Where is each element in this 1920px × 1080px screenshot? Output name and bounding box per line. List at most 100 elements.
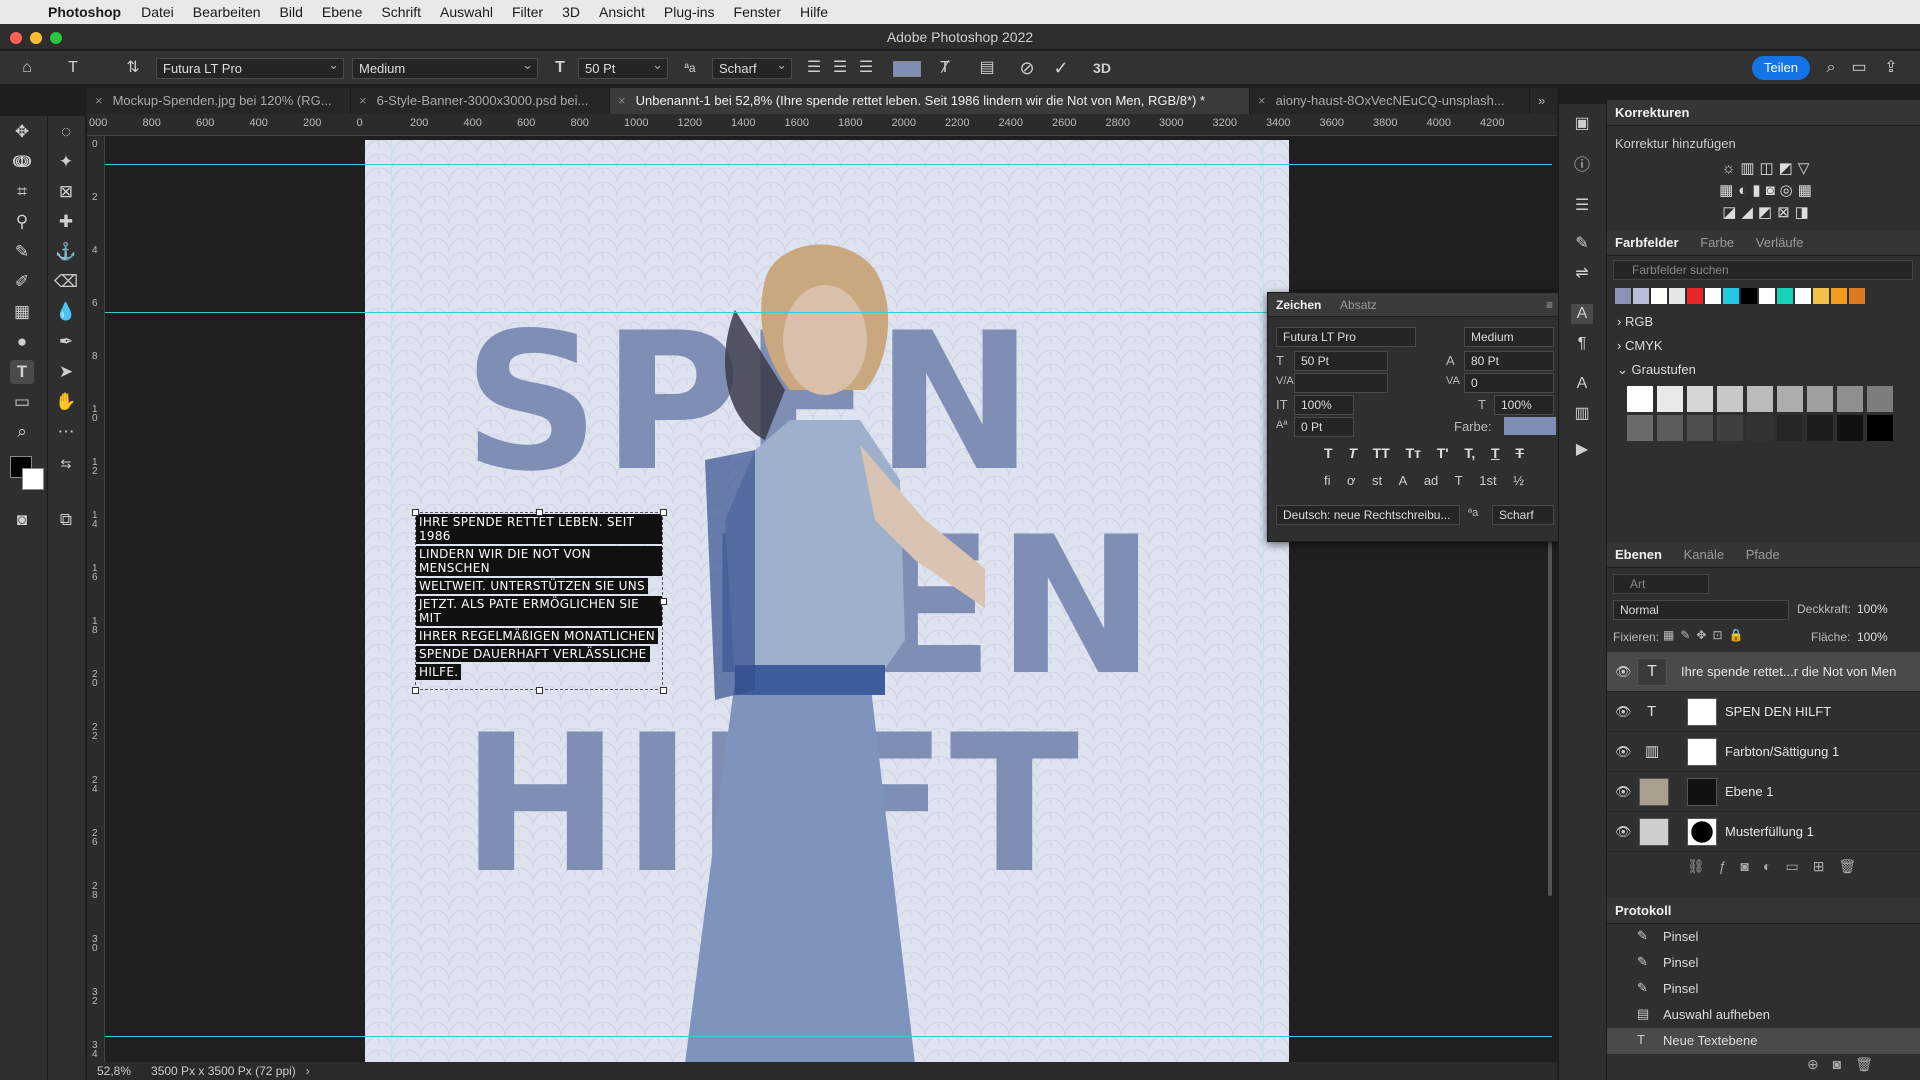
- resize-handle-ne[interactable]: [660, 509, 667, 516]
- tab-zeichen[interactable]: Zeichen: [1276, 298, 1321, 312]
- superscript-button[interactable]: T': [1437, 445, 1449, 461]
- cancel-edit-icon[interactable]: ⊘: [1016, 58, 1038, 78]
- info-icon[interactable]: ⓘ: [1571, 156, 1593, 176]
- gray-swatch[interactable]: [1807, 415, 1833, 441]
- small-caps-button[interactable]: Tт: [1406, 445, 1421, 461]
- type-tool-icon[interactable]: T: [10, 360, 34, 384]
- search-icon[interactable]: ⌕: [1820, 58, 1842, 78]
- gray-swatch[interactable]: [1777, 386, 1803, 412]
- resize-handle-n[interactable]: [536, 509, 543, 516]
- history-title[interactable]: Protokoll: [1615, 903, 1671, 918]
- menu-hilfe[interactable]: Hilfe: [800, 4, 828, 20]
- menu-bearbeiten[interactable]: Bearbeiten: [193, 4, 261, 20]
- layer-filter-input[interactable]: Art: [1613, 574, 1709, 594]
- group-cmyk[interactable]: › CMYK: [1617, 338, 1663, 353]
- titling-button[interactable]: T: [1455, 473, 1463, 488]
- old-style-button[interactable]: ơ: [1347, 473, 1356, 488]
- more-tools-icon[interactable]: ⋯: [54, 420, 78, 444]
- history-brush-icon[interactable]: ✐: [10, 270, 34, 294]
- brush-settings-icon[interactable]: ✎: [1571, 234, 1593, 254]
- resize-handle-nw[interactable]: [412, 509, 419, 516]
- color-swatch[interactable]: [1633, 288, 1649, 304]
- paragraph-icon[interactable]: ¶: [1571, 334, 1593, 354]
- char-color-swatch[interactable]: [1504, 417, 1556, 435]
- home-icon[interactable]: ⌂: [16, 58, 38, 78]
- color-swatch[interactable]: [1669, 288, 1685, 304]
- gray-swatch[interactable]: [1657, 386, 1683, 412]
- gray-swatch[interactable]: [1627, 386, 1653, 412]
- history-footer-icons[interactable]: ⊕◙🗑: [1807, 1056, 1887, 1073]
- resize-handle-se[interactable]: [660, 687, 667, 694]
- text-orientation-icon[interactable]: ⇅: [122, 58, 144, 78]
- history-item-4[interactable]: ▤ Auswahl aufheben: [1607, 1002, 1920, 1028]
- close-tab-icon[interactable]: ×: [618, 93, 626, 108]
- warp-text-icon[interactable]: Ⱦ: [934, 58, 956, 78]
- rectangle-tool-icon[interactable]: ▭: [10, 390, 34, 414]
- close-tab-icon[interactable]: ×: [1258, 93, 1266, 108]
- group-graustufen[interactable]: ⌄ Graustufen: [1617, 362, 1696, 378]
- lock-icons[interactable]: ▦✎✥⊡🔒: [1663, 628, 1749, 642]
- marquee-tool-icon[interactable]: ◌: [54, 120, 78, 144]
- layer-row-headline[interactable]: 👁 T SPEN DEN HILFT: [1607, 692, 1920, 732]
- font-size-select[interactable]: 50 Pt: [578, 58, 668, 79]
- gray-swatch[interactable]: [1687, 415, 1713, 441]
- char-kerning-input[interactable]: [1294, 373, 1388, 393]
- swash-button[interactable]: A: [1399, 473, 1408, 488]
- minimize-window-button[interactable]: [30, 32, 42, 44]
- swatches-search-input[interactable]: Farbfelder suchen: [1613, 260, 1913, 280]
- color-swatch[interactable]: [1687, 288, 1703, 304]
- discretionary-ligatures-button[interactable]: st: [1372, 473, 1382, 488]
- subscript-button[interactable]: T,: [1464, 445, 1475, 461]
- text-bounding-box[interactable]: IHRE SPENDE RETTET LEBEN. SEIT 1986 LIND…: [412, 509, 667, 694]
- close-window-button[interactable]: [10, 32, 22, 44]
- char-hscale-input[interactable]: 100%: [1494, 395, 1554, 415]
- commit-edit-icon[interactable]: ✓: [1050, 58, 1072, 78]
- tab-verlaeufe[interactable]: Verläufe: [1756, 235, 1804, 250]
- layer-row-pattern[interactable]: 👁 Musterfüllung 1: [1607, 812, 1920, 852]
- history-item-1[interactable]: ✎ Pinsel: [1607, 924, 1920, 950]
- korrekturen-title[interactable]: Korrekturen: [1615, 105, 1689, 120]
- 3d-button[interactable]: 3D: [1090, 58, 1114, 78]
- gray-swatch[interactable]: [1627, 415, 1653, 441]
- tab-absatz[interactable]: Absatz: [1340, 298, 1377, 312]
- close-tab-icon[interactable]: ×: [359, 93, 367, 108]
- color-swatch[interactable]: [1813, 288, 1829, 304]
- tab-unbenannt[interactable]: × Unbenannt-1 bei 52,8% (Ihre spende rett…: [610, 88, 1250, 114]
- gray-swatch[interactable]: [1837, 386, 1863, 412]
- color-swatch[interactable]: [1795, 288, 1811, 304]
- healing-tool-icon[interactable]: ✚: [54, 210, 78, 234]
- adjust-sliders-icon[interactable]: ⇌: [1571, 264, 1593, 284]
- resize-handle-e[interactable]: [660, 598, 667, 605]
- menu-3d[interactable]: 3D: [562, 4, 580, 20]
- close-tab-icon[interactable]: ×: [95, 93, 103, 108]
- glyphs-icon[interactable]: A: [1571, 374, 1593, 394]
- tab-kanaele[interactable]: Kanäle: [1684, 547, 1724, 562]
- character-icon[interactable]: A: [1571, 304, 1593, 324]
- color-swatch[interactable]: [1849, 288, 1865, 304]
- color-swatch[interactable]: [1651, 288, 1667, 304]
- group-rgb[interactable]: › RGB: [1617, 314, 1653, 329]
- char-vscale-input[interactable]: 100%: [1294, 395, 1354, 415]
- antialias-select[interactable]: Scharf: [712, 58, 792, 79]
- tab-farbe[interactable]: Farbe: [1700, 235, 1734, 250]
- opacity-value[interactable]: 100%: [1857, 602, 1888, 616]
- gray-swatch[interactable]: [1867, 386, 1893, 412]
- color-swatch[interactable]: [1741, 288, 1757, 304]
- hand-tool-icon[interactable]: ✋: [54, 390, 78, 414]
- layer-row-ebene1[interactable]: 👁 Ebene 1: [1607, 772, 1920, 812]
- color-swatch[interactable]: [1831, 288, 1847, 304]
- menu-filter[interactable]: Filter: [512, 4, 543, 20]
- layer-row-text[interactable]: 👁 T Ihre spende rettet...r die Not von M…: [1607, 652, 1920, 692]
- fill-value[interactable]: 100%: [1857, 630, 1888, 644]
- gray-swatch[interactable]: [1747, 386, 1773, 412]
- visibility-eye-icon[interactable]: 👁: [1615, 744, 1632, 760]
- char-tracking-input[interactable]: 0: [1464, 373, 1554, 393]
- screen-mode-icon[interactable]: ⧉: [54, 508, 78, 532]
- visibility-eye-icon[interactable]: 👁: [1615, 704, 1632, 720]
- gray-swatch[interactable]: [1687, 386, 1713, 412]
- font-style-select[interactable]: Medium: [352, 58, 538, 79]
- underline-button[interactable]: T: [1491, 445, 1500, 461]
- fractions-button[interactable]: ½: [1513, 473, 1524, 488]
- eyedropper-tool-icon[interactable]: ⚲: [10, 210, 34, 234]
- frame-tool-icon[interactable]: ⊠: [54, 180, 78, 204]
